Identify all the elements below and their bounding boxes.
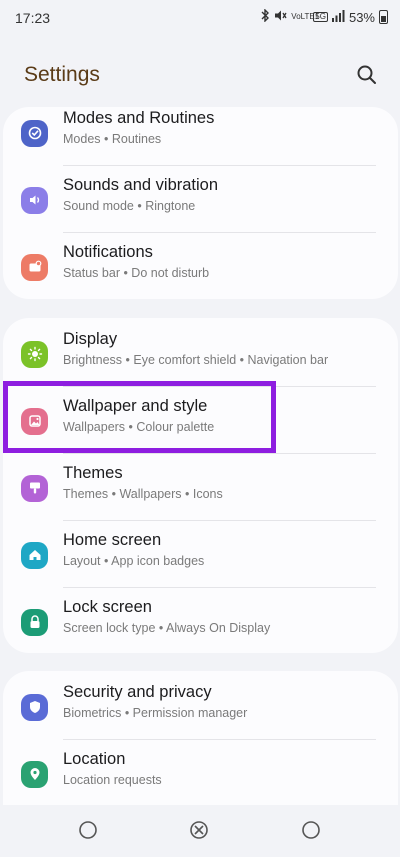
back-icon	[302, 821, 320, 839]
item-subtitle: Status bar • Do not disturb	[63, 266, 210, 280]
item-title: Themes	[63, 464, 123, 482]
item-title: Notifications	[63, 243, 153, 261]
settings-group-2: Display Brightness • Eye comfort shield …	[3, 318, 398, 653]
item-subtitle: Location requests	[63, 773, 162, 787]
settings-item-display[interactable]: Display Brightness • Eye comfort shield …	[3, 320, 398, 387]
brush-icon	[21, 474, 48, 502]
volte-icon: VoLTE1	[291, 12, 320, 21]
item-subtitle: Wallpapers • Colour palette	[63, 420, 215, 434]
item-subtitle: Themes • Wallpapers • Icons	[63, 487, 223, 501]
page-title: Settings	[24, 63, 100, 86]
item-title: Display	[63, 330, 118, 348]
status-bar: 17:23 VoLTE1 5G 53%	[0, 0, 400, 36]
item-title: Wallpaper and style	[63, 397, 208, 415]
home-nav-button[interactable]	[188, 819, 210, 841]
recents-button[interactable]	[77, 819, 99, 841]
item-title: Sounds and vibration	[63, 176, 219, 194]
notification-icon	[21, 253, 48, 281]
search-icon	[357, 65, 376, 84]
item-title: Modes and Routines	[63, 109, 215, 127]
item-title: Location	[63, 750, 126, 768]
settings-item-wallpaper-and-style[interactable]: Wallpaper and style Wallpapers • Colour …	[3, 387, 398, 454]
location-pin-icon	[21, 760, 48, 788]
item-subtitle: Sound mode • Ringtone	[63, 199, 196, 213]
settings-item-modes-and-routines[interactable]: Modes and Routines Modes • Routines	[3, 107, 398, 166]
settings-item-security-and-privacy[interactable]: Security and privacy Biometrics • Permis…	[3, 673, 398, 740]
settings-item-location[interactable]: Location Location requests	[3, 740, 398, 807]
mute-icon	[274, 9, 287, 25]
settings-item-sounds-and-vibration[interactable]: Sounds and vibration Sound mode • Ringto…	[3, 166, 398, 233]
settings-item-home-screen[interactable]: Home screen Layout • App icon badges	[3, 521, 398, 588]
item-title: Security and privacy	[63, 683, 212, 701]
item-title: Home screen	[63, 531, 162, 549]
5g-icon: 5G	[313, 12, 328, 22]
search-button[interactable]	[354, 62, 380, 88]
lock-icon	[21, 608, 48, 636]
recents-icon	[79, 821, 97, 839]
shield-icon	[21, 693, 48, 721]
status-icons: VoLTE1 5G 53%	[260, 8, 388, 25]
settings-group-1: Modes and Routines Modes • Routines Soun…	[3, 107, 398, 299]
sun-icon	[21, 340, 48, 368]
item-subtitle: Modes • Routines	[63, 132, 162, 146]
item-subtitle: Screen lock type • Always On Display	[63, 621, 271, 635]
home-nav-icon	[190, 821, 208, 839]
status-time: 17:23	[15, 10, 51, 26]
item-subtitle: Layout • App icon badges	[63, 554, 205, 568]
settings-item-lock-screen[interactable]: Lock screen Screen lock type • Always On…	[3, 588, 398, 653]
modes-check-icon	[21, 119, 48, 147]
settings-item-themes[interactable]: Themes Themes • Wallpapers • Icons	[3, 454, 398, 521]
speaker-icon	[21, 186, 48, 214]
battery-percent: 53%	[348, 9, 375, 25]
battery-icon	[379, 10, 388, 24]
navigation-bar	[0, 805, 400, 857]
back-button[interactable]	[300, 819, 322, 841]
home-icon	[21, 541, 48, 569]
item-subtitle: Brightness • Eye comfort shield • Naviga…	[63, 353, 329, 367]
settings-item-notifications[interactable]: Notifications Status bar • Do not distur…	[3, 233, 398, 299]
wallpaper-icon	[21, 407, 48, 435]
signal-icon	[331, 9, 345, 25]
item-title: Lock screen	[63, 598, 152, 616]
bluetooth-icon	[260, 8, 270, 25]
header: Settings	[0, 50, 400, 100]
item-subtitle: Biometrics • Permission manager	[63, 706, 248, 720]
